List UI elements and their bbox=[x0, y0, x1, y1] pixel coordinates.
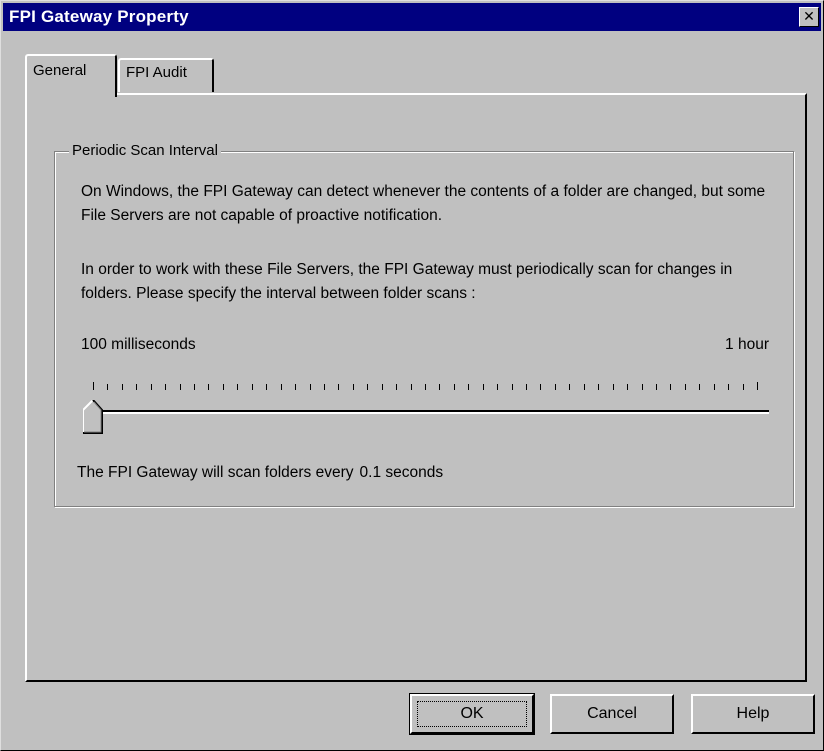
slider-tick bbox=[757, 382, 758, 390]
slider-tick bbox=[540, 384, 542, 390]
close-button[interactable]: ✕ bbox=[799, 7, 819, 27]
slider-tick bbox=[352, 384, 354, 390]
slider-tick bbox=[641, 384, 643, 390]
slider-tick bbox=[179, 384, 181, 390]
title-bar[interactable]: FPI Gateway Property ✕ bbox=[3, 3, 821, 31]
slider-tick bbox=[684, 384, 686, 390]
ok-button[interactable]: OK bbox=[409, 693, 535, 735]
cancel-button[interactable]: Cancel bbox=[550, 694, 674, 734]
slider-tick bbox=[396, 384, 398, 390]
slider-tick bbox=[266, 384, 268, 390]
slider-tick bbox=[583, 384, 585, 390]
slider-tick bbox=[208, 384, 210, 390]
scan-interval-slider[interactable] bbox=[81, 374, 771, 434]
slider-tick bbox=[93, 382, 94, 390]
slider-tick bbox=[612, 384, 614, 390]
scan-status-value: 0.1 seconds bbox=[359, 464, 444, 481]
slider-tick bbox=[425, 384, 426, 390]
description-paragraph-2: In order to work with these File Servers… bbox=[81, 261, 733, 302]
slider-tick bbox=[295, 384, 297, 390]
slider-tick bbox=[121, 384, 123, 390]
help-button-label: Help bbox=[736, 705, 770, 722]
slider-tick bbox=[713, 384, 715, 390]
slider-tick bbox=[670, 384, 672, 390]
tab-fpi-audit[interactable]: FPI Audit bbox=[118, 58, 214, 92]
slider-tick bbox=[136, 384, 138, 390]
slider-tick bbox=[728, 384, 730, 390]
slider-tick bbox=[323, 384, 325, 390]
scan-status-prefix: The FPI Gateway will scan folders every bbox=[77, 464, 354, 481]
slider-tick bbox=[699, 384, 701, 390]
focus-rect bbox=[417, 701, 527, 727]
slider-tick bbox=[367, 384, 369, 390]
help-button[interactable]: Help bbox=[691, 694, 815, 734]
window-title: FPI Gateway Property bbox=[9, 7, 189, 26]
slider-tick bbox=[381, 384, 383, 390]
slider-tick bbox=[655, 384, 657, 390]
slider-tick bbox=[251, 384, 253, 390]
slider-tick bbox=[598, 384, 600, 390]
dialog-window: FPI Gateway Property ✕ General FPI Audit… bbox=[0, 0, 824, 751]
slider-tick bbox=[107, 384, 109, 390]
close-icon: ✕ bbox=[803, 9, 815, 25]
tab-general[interactable]: General bbox=[25, 54, 117, 97]
cancel-button-label: Cancel bbox=[587, 705, 637, 722]
slider-tick bbox=[511, 384, 513, 390]
slider-tick bbox=[742, 384, 744, 390]
slider-tick bbox=[554, 384, 556, 390]
slider-tick bbox=[627, 384, 629, 390]
periodic-scan-interval-group: Periodic Scan Interval On Windows, the F… bbox=[54, 142, 794, 507]
slider-tick bbox=[569, 384, 571, 390]
slider-tick bbox=[497, 384, 499, 390]
slider-tick bbox=[165, 384, 167, 390]
group-title: Periodic Scan Interval bbox=[69, 142, 221, 160]
slider-tick bbox=[237, 384, 239, 390]
slider-tick bbox=[468, 384, 470, 390]
slider-thumb-icon[interactable] bbox=[83, 400, 103, 434]
scan-status-text: The FPI Gateway will scan folders every 0… bbox=[77, 464, 443, 482]
tab-fpi-audit-label: FPI Audit bbox=[126, 64, 187, 81]
slider-tick bbox=[309, 384, 311, 390]
slider-tick bbox=[482, 384, 484, 390]
description-paragraph-1: On Windows, the FPI Gateway can detect w… bbox=[81, 183, 766, 224]
slider-tick bbox=[526, 384, 528, 390]
slider-tick bbox=[150, 384, 152, 390]
slider-tick bbox=[410, 384, 412, 390]
slider-tick bbox=[222, 384, 224, 390]
slider-max-label: 1 hour bbox=[725, 336, 769, 353]
slider-tick bbox=[280, 384, 282, 390]
tab-general-label: General bbox=[33, 62, 87, 79]
slider-tick bbox=[439, 384, 441, 390]
slider-min-label: 100 milliseconds bbox=[81, 336, 196, 353]
tab-panel-general: Periodic Scan Interval On Windows, the F… bbox=[25, 93, 807, 682]
slider-tick bbox=[453, 384, 455, 390]
slider-tick bbox=[194, 384, 196, 390]
slider-track[interactable] bbox=[89, 410, 769, 414]
slider-tick bbox=[338, 384, 340, 390]
